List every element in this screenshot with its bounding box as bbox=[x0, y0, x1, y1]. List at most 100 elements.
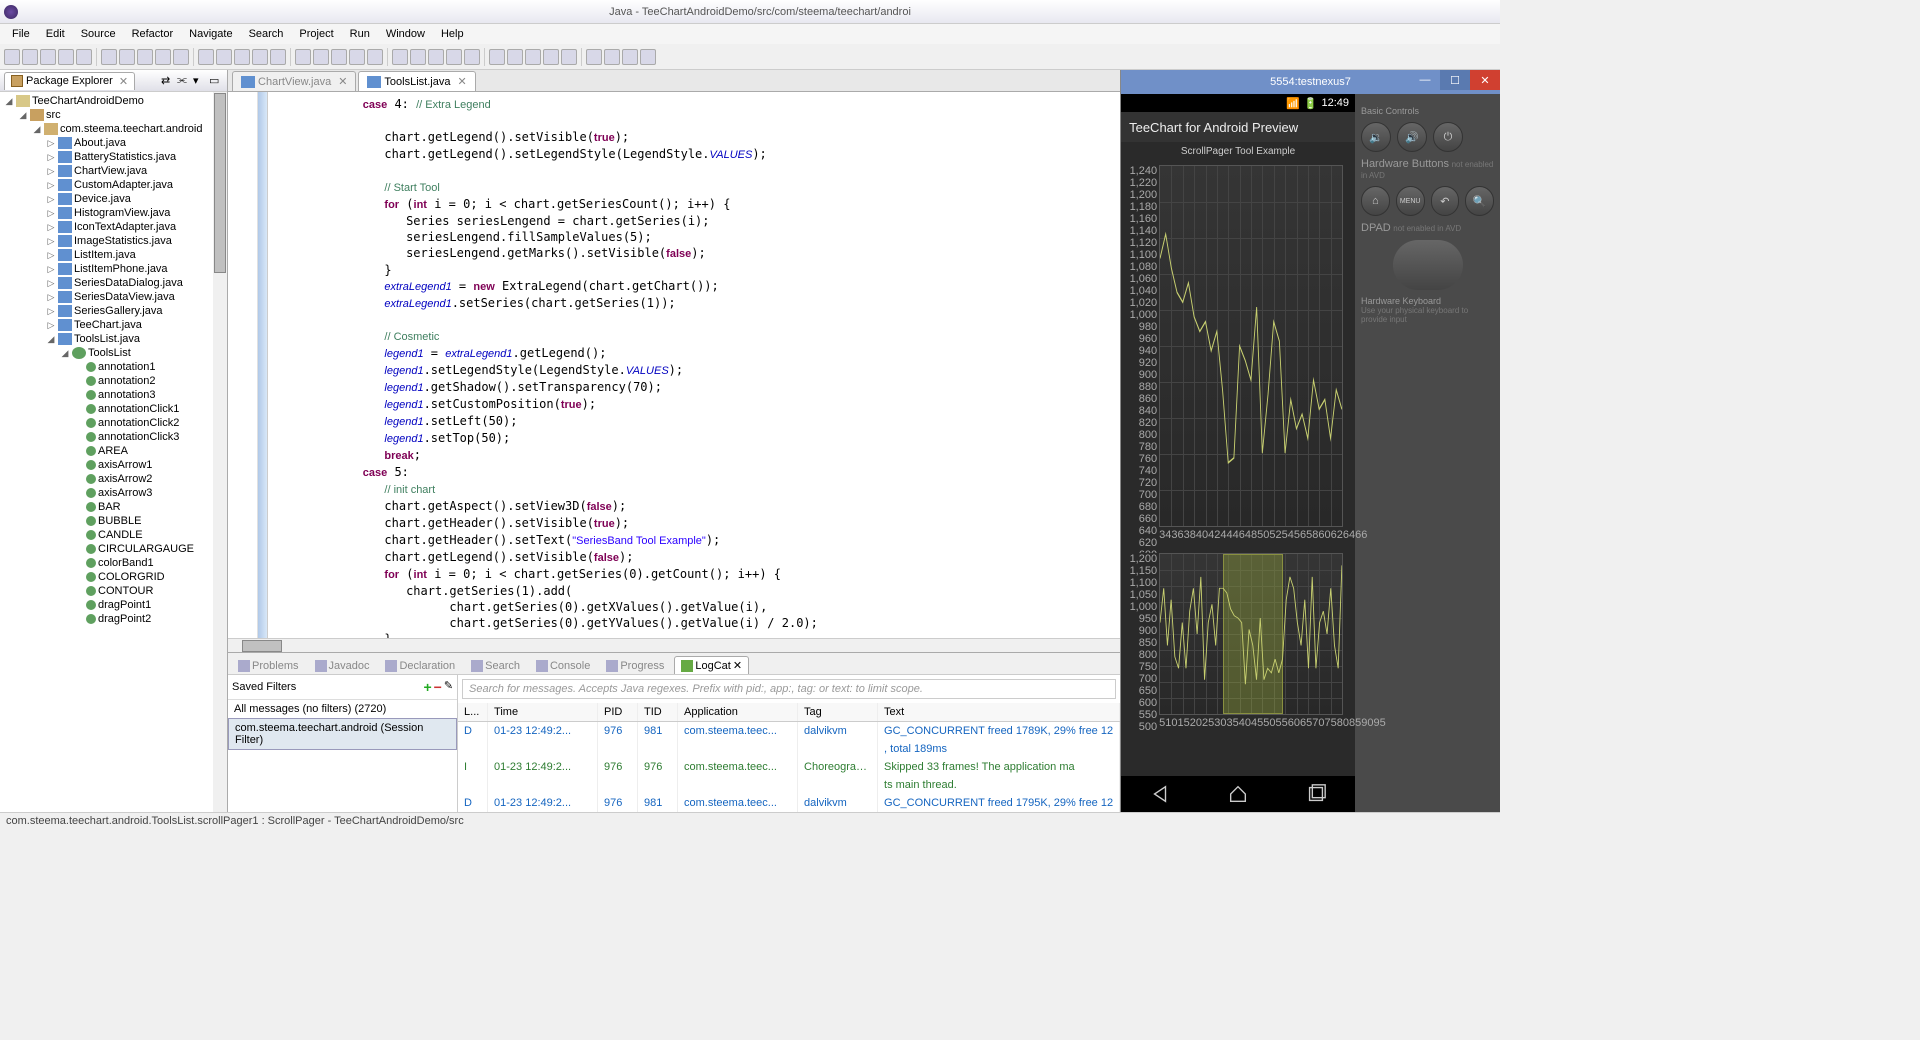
log-row[interactable]: , total 189ms bbox=[458, 740, 1120, 758]
editor-tab[interactable]: ChartView.java✕ bbox=[232, 71, 356, 91]
maximize-button[interactable]: ☐ bbox=[1440, 70, 1470, 90]
avd-menu-button[interactable]: MENU bbox=[1396, 186, 1425, 216]
minimize-button[interactable]: — bbox=[1410, 70, 1440, 90]
menu-edit[interactable]: Edit bbox=[38, 26, 73, 42]
tree-scrollbar[interactable] bbox=[213, 92, 227, 812]
power-button[interactable]: ⏻ bbox=[1433, 122, 1463, 152]
menu-navigate[interactable]: Navigate bbox=[181, 26, 240, 42]
menu-search[interactable]: Search bbox=[241, 26, 292, 42]
package-explorer-tab[interactable]: Package Explorer ✕ bbox=[4, 72, 135, 90]
log-row[interactable]: D01-23 12:49:2...976981com.steema.teec..… bbox=[458, 794, 1120, 812]
filter-all-messages[interactable]: All messages (no filters) (2720) bbox=[228, 700, 457, 718]
log-header-cell[interactable]: TID bbox=[638, 703, 678, 721]
back-button[interactable] bbox=[1149, 783, 1171, 805]
tree-member[interactable]: BUBBLE bbox=[74, 514, 225, 528]
tree-member[interactable]: AREA bbox=[74, 444, 225, 458]
bottom-tab-logcat[interactable]: LogCat ✕ bbox=[674, 656, 749, 674]
close-icon[interactable]: ✕ bbox=[733, 659, 742, 672]
toolbar-button[interactable] bbox=[525, 49, 541, 65]
toolbar-button[interactable] bbox=[58, 49, 74, 65]
tree-member[interactable]: annotationClick1 bbox=[74, 402, 225, 416]
toolbar-button[interactable] bbox=[101, 49, 117, 65]
avd-back-button[interactable]: ↶ bbox=[1431, 186, 1460, 216]
tree-file[interactable]: ▷SeriesGallery.java bbox=[46, 304, 225, 318]
tree-class[interactable]: ◢ToolsList bbox=[60, 346, 225, 360]
bottom-tab-problems[interactable]: Problems bbox=[232, 658, 304, 674]
log-header-cell[interactable]: Text bbox=[878, 703, 1120, 721]
plot-area[interactable] bbox=[1159, 165, 1343, 527]
tree-project[interactable]: ◢TeeChartAndroidDemo bbox=[4, 94, 225, 108]
menu-help[interactable]: Help bbox=[433, 26, 472, 42]
tree-file[interactable]: ▷BatteryStatistics.java bbox=[46, 150, 225, 164]
menu-file[interactable]: File bbox=[4, 26, 38, 42]
toolbar-button[interactable] bbox=[252, 49, 268, 65]
toolbar-button[interactable] bbox=[40, 49, 56, 65]
toolbar-button[interactable] bbox=[234, 49, 250, 65]
toolbar-button[interactable] bbox=[428, 49, 444, 65]
toolbar-button[interactable] bbox=[604, 49, 620, 65]
tree-file[interactable]: ◢ToolsList.java bbox=[46, 332, 225, 346]
minimize-icon[interactable]: ▭ bbox=[209, 74, 223, 88]
volume-down-button[interactable]: 🔉 bbox=[1361, 122, 1391, 152]
toolbar-button[interactable] bbox=[640, 49, 656, 65]
toolbar-button[interactable] bbox=[410, 49, 426, 65]
tree-src[interactable]: ◢src bbox=[18, 108, 225, 122]
menu-icon[interactable]: ▾ bbox=[193, 74, 207, 88]
toolbar-button[interactable] bbox=[561, 49, 577, 65]
toolbar-button[interactable] bbox=[155, 49, 171, 65]
tree-member[interactable]: axisArrow2 bbox=[74, 472, 225, 486]
menu-window[interactable]: Window bbox=[378, 26, 433, 42]
toolbar-button[interactable] bbox=[543, 49, 559, 65]
edit-filter-icon[interactable]: ✎ bbox=[444, 679, 453, 695]
menu-run[interactable]: Run bbox=[342, 26, 378, 42]
toolbar-button[interactable] bbox=[22, 49, 38, 65]
toolbar-button[interactable] bbox=[586, 49, 602, 65]
tree-member[interactable]: annotation2 bbox=[74, 374, 225, 388]
toolbar-button[interactable] bbox=[367, 49, 383, 65]
toolbar-button[interactable] bbox=[76, 49, 92, 65]
toolbar-button[interactable] bbox=[331, 49, 347, 65]
tree-file[interactable]: ▷TeeChart.java bbox=[46, 318, 225, 332]
log-header-cell[interactable]: Time bbox=[488, 703, 598, 721]
tree-member[interactable]: CANDLE bbox=[74, 528, 225, 542]
tree-file[interactable]: ▷CustomAdapter.java bbox=[46, 178, 225, 192]
log-header-cell[interactable]: Application bbox=[678, 703, 798, 721]
close-icon[interactable]: ✕ bbox=[338, 75, 347, 88]
avd-search-button[interactable]: 🔍 bbox=[1465, 186, 1494, 216]
avd-home-button[interactable]: ⌂ bbox=[1361, 186, 1390, 216]
toolbar-button[interactable] bbox=[119, 49, 135, 65]
plot-area[interactable] bbox=[1159, 553, 1343, 715]
editor-tab[interactable]: ToolsList.java✕ bbox=[358, 71, 475, 91]
toolbar-button[interactable] bbox=[173, 49, 189, 65]
toolbar-button[interactable] bbox=[507, 49, 523, 65]
tree-file[interactable]: ▷ListItem.java bbox=[46, 248, 225, 262]
logcat-header[interactable]: L...TimePIDTIDApplicationTagText bbox=[458, 703, 1120, 722]
bottom-tab-javadoc[interactable]: Javadoc bbox=[309, 658, 376, 674]
menu-project[interactable]: Project bbox=[291, 26, 341, 42]
tree-file[interactable]: ▷ListItemPhone.java bbox=[46, 262, 225, 276]
bottom-tab-progress[interactable]: Progress bbox=[600, 658, 670, 674]
code-editor[interactable]: case 4: // Extra Legend chart.getLegend(… bbox=[268, 92, 1120, 638]
menu-refactor[interactable]: Refactor bbox=[124, 26, 182, 42]
bottom-tab-console[interactable]: Console bbox=[530, 658, 596, 674]
filter-session[interactable]: com.steema.teechart.android (Session Fil… bbox=[228, 718, 457, 750]
pager-chart[interactable]: 1,2001,1501,1001,0501,000950900850800750… bbox=[1129, 553, 1347, 733]
tree-member[interactable]: axisArrow3 bbox=[74, 486, 225, 500]
recents-button[interactable] bbox=[1305, 783, 1327, 805]
volume-up-button[interactable]: 🔊 bbox=[1397, 122, 1427, 152]
log-row[interactable]: D01-23 12:49:2...976981com.steema.teec..… bbox=[458, 722, 1120, 740]
bottom-tab-declaration[interactable]: Declaration bbox=[379, 658, 461, 674]
toolbar-button[interactable] bbox=[446, 49, 462, 65]
log-row[interactable]: I01-23 12:49:2...976976com.steema.teec..… bbox=[458, 758, 1120, 776]
tree-member[interactable]: CIRCULARGAUGE bbox=[74, 542, 225, 556]
toolbar-button[interactable] bbox=[137, 49, 153, 65]
menu-source[interactable]: Source bbox=[73, 26, 124, 42]
tree-file[interactable]: ▷SeriesDataView.java bbox=[46, 290, 225, 304]
tree-member[interactable]: annotation3 bbox=[74, 388, 225, 402]
tree-file[interactable]: ▷About.java bbox=[46, 136, 225, 150]
toolbar-button[interactable] bbox=[392, 49, 408, 65]
tree-member[interactable]: CONTOUR bbox=[74, 584, 225, 598]
toolbar-button[interactable] bbox=[313, 49, 329, 65]
log-header-cell[interactable]: Tag bbox=[798, 703, 878, 721]
add-filter-icon[interactable]: + bbox=[423, 679, 431, 695]
